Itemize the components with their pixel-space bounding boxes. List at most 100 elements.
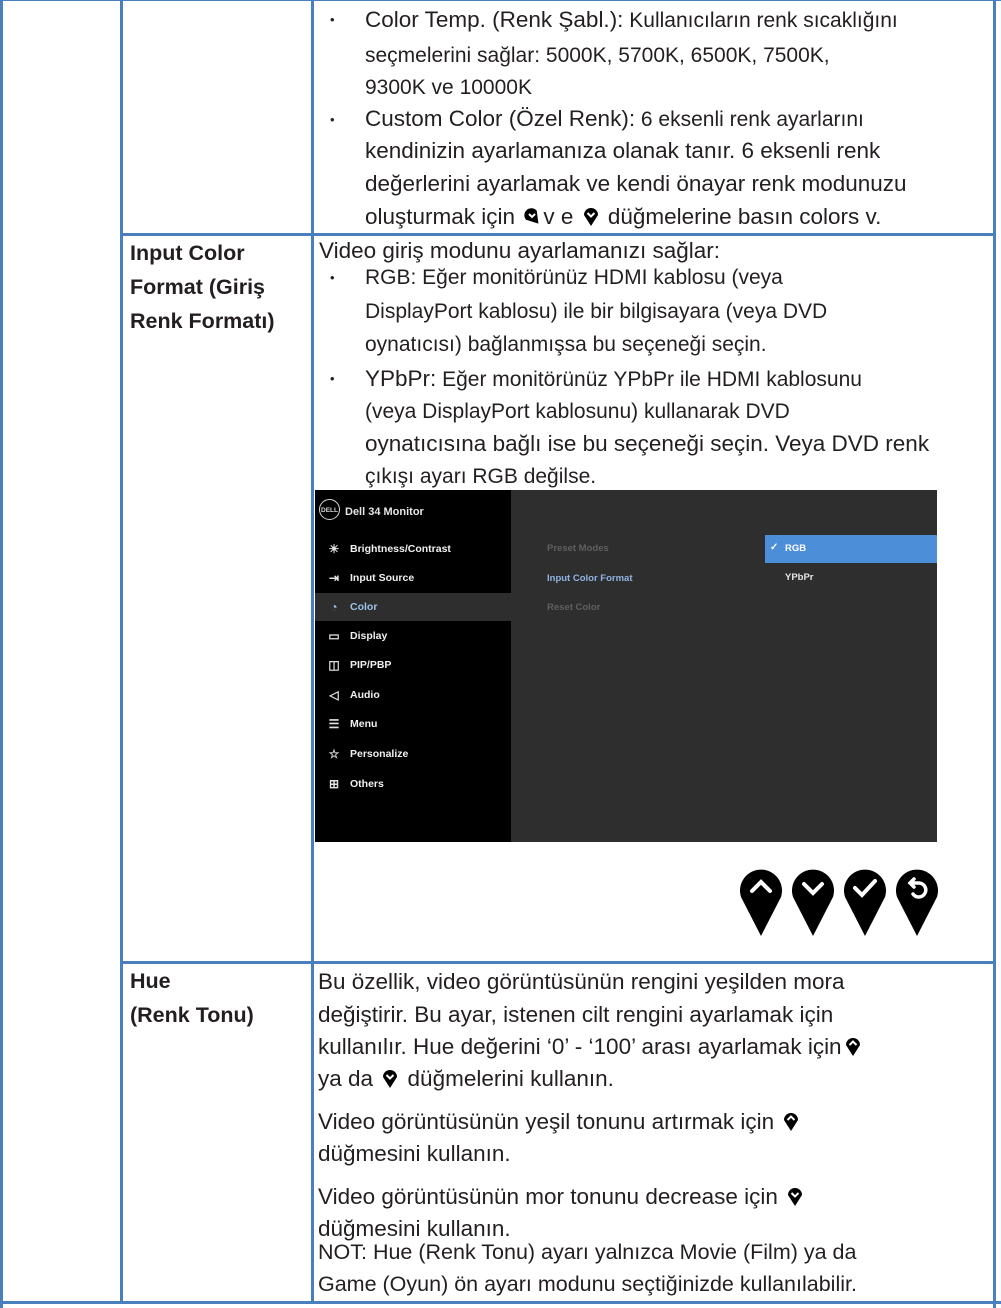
text-line: Color Temp. (Renk Şabl.): Kullanıcıların… [365, 4, 898, 36]
osd-menu-item-color[interactable]: ◔ Color [315, 593, 511, 621]
input-source-icon: ⇥ [328, 571, 340, 585]
rgb-term: RGB: [365, 266, 417, 289]
text-line: oluşturmak için v e düğmelerine basın co… [365, 201, 881, 232]
text-span: ya da [318, 1066, 380, 1091]
display-icon: ▭ [328, 629, 340, 643]
text-span: 6 eksenli renk ayarlarını [635, 108, 864, 131]
column-divider-2 [311, 0, 314, 1302]
table-left-border [0, 0, 3, 1308]
menu-icon: ☰ [328, 717, 340, 731]
up-button-icon[interactable] [740, 869, 782, 936]
osd-menu-item-display[interactable]: ▭ Display [315, 622, 511, 650]
down-button-pin-icon [788, 1188, 803, 1206]
osd-menu-item-label: Brightness/Contrast [350, 543, 451, 555]
text-line: çıkışı ayarı RGB değilse. [365, 465, 597, 488]
osd-menu-item-label: Audio [350, 689, 380, 701]
pip-pbp-icon: ◫ [328, 658, 340, 672]
osd-submenu-reset-color[interactable]: Reset Color [547, 602, 600, 613]
ypbpr-term: YPbPr: [365, 366, 437, 391]
text-line: RGB: Eğer monitörünüz HDMI kablosu (veya [365, 262, 783, 293]
bullet-dot: • [330, 371, 335, 386]
dell-logo: DELL [319, 499, 340, 520]
text-line: 9300K ve 10000K [365, 76, 532, 99]
osd-option-label: YPbPr [785, 572, 814, 583]
osd-menu-item-label: Input Source [350, 572, 415, 584]
down-button-pin-icon [383, 1070, 398, 1088]
osd-submenu-preset-modes[interactable]: Preset Modes [547, 543, 609, 554]
check-icon: ✓ [770, 542, 779, 553]
personalize-star-icon: ☆ [328, 747, 340, 761]
row-label-line: Format (Giriş [130, 275, 265, 299]
row-label-line: (Renk Tonu) [130, 1003, 254, 1027]
text-line: düğmesini kullanın. [318, 1141, 511, 1166]
osd-navigation-buttons [740, 869, 938, 936]
bullet-dot: • [330, 112, 335, 127]
osd-option-rgb[interactable]: ✓ RGB [765, 535, 937, 563]
brightness-icon: ☀ [328, 542, 340, 556]
text-span: Video görüntüsünün yeşil tonunu artırmak… [318, 1109, 781, 1134]
up-button-pin-icon [784, 1113, 799, 1131]
color-palette-icon: ◔ [330, 600, 338, 614]
text-line: değerlerini ayarlamak ve kendi önayar re… [365, 171, 907, 196]
osd-menu-item-input-source[interactable]: ⇥ Input Source [315, 564, 511, 592]
text-span: Eğer monitörünüz YPbPr ile HDMI kablosun… [436, 368, 862, 391]
osd-menu-item-personalize[interactable]: ☆ Personalize [315, 740, 511, 768]
text-line: Bu özellik, video görüntüsünün rengini y… [318, 969, 845, 994]
bullet-dot: • [330, 12, 335, 27]
text-line: (veya DisplayPort kablosunu) kullanarak … [365, 400, 790, 423]
row-label-line: Hue [130, 969, 171, 993]
row-label-line: Renk Formatı) [130, 309, 275, 333]
text-line: kendinizin ayarlamanıza olanak tanır. 6 … [365, 138, 881, 163]
left-button-pin-icon [524, 208, 539, 224]
bullet-dot: • [330, 270, 335, 285]
text-span: Eğer monitörünüz HDMI kablosu (veya [416, 266, 783, 289]
text-line: değiştirir. Bu ayar, istenen cilt rengin… [318, 1002, 834, 1027]
osd-menu-item-pip-pbp[interactable]: ◫ PIP/PBP [315, 651, 511, 679]
osd-option-label: RGB [785, 543, 807, 554]
osd-menu-item-label: Menu [350, 718, 378, 730]
color-temp-term: Color Temp. (Renk Şabl.): [365, 7, 624, 32]
others-icon: ⊞ [328, 777, 340, 791]
osd-menu-item-label: Personalize [350, 748, 409, 760]
osd-menu-screenshot: DELL Dell 34 Monitor ☀ Brightness/Contras… [315, 490, 937, 842]
text-span: Video görüntüsünün mor tonunu decrease i… [318, 1184, 785, 1209]
text-line: Custom Color (Özel Renk): 6 eksenli renk… [365, 103, 864, 135]
row-label-line: Input Color [130, 241, 245, 265]
back-button-icon[interactable] [896, 869, 938, 936]
text-line: Video görüntüsünün yeşil tonunu artırmak… [318, 1106, 802, 1137]
osd-menu-item-others[interactable]: ⊞ Others [315, 770, 511, 798]
osd-menu-item-label: PIP/PBP [350, 659, 392, 671]
column-divider-1 [120, 0, 123, 1302]
text-line: seçmelerini sağlar: 5000K, 5700K, 6500K,… [365, 44, 830, 67]
osd-menu-item-menu[interactable]: ☰ Menu [315, 710, 511, 738]
text-span: v e [543, 204, 580, 229]
text-span: Kullanıcıların renk sıcaklığını [623, 9, 898, 32]
osd-menu-item-label: Display [350, 630, 388, 642]
down-button-pin-icon [583, 208, 598, 226]
text-line: oynatıcısına bağlı ise bu seçeneği seçin… [365, 431, 930, 456]
text-span: düğmelerini kullanın. [401, 1066, 614, 1091]
note-line: NOT: Hue (Renk Tonu) ayarı yalnızca Movi… [318, 1240, 857, 1264]
down-button-icon[interactable] [792, 869, 834, 936]
text-span: oluşturmak için [365, 204, 522, 229]
text-line: Video görüntüsünün mor tonunu decrease i… [318, 1181, 806, 1212]
row-divider-2 [120, 961, 996, 964]
osd-menu-item-label: Color [350, 601, 378, 613]
table-right-border [993, 0, 996, 1308]
text-line: kullanılır. Hue değerini ‘0’ - ‘100’ ara… [318, 1031, 864, 1062]
text-line: oynatıcısı) bağlanmışsa bu seçeneği seçi… [365, 333, 767, 356]
osd-menu-item-brightness-contrast[interactable]: ☀ Brightness/Contrast [315, 535, 511, 563]
confirm-check-button-icon[interactable] [844, 869, 886, 936]
table-top-border [0, 0, 1001, 1]
text-line: YPbPr: Eğer monitörünüz YPbPr ile HDMI k… [365, 363, 862, 395]
osd-option-ypbpr[interactable]: YPbPr [765, 564, 937, 592]
text-span: kullanılır. Hue değerini ‘0’ - ‘100’ ara… [318, 1034, 842, 1059]
osd-menu-item-audio[interactable]: ◁ Audio [315, 681, 511, 709]
text-line: DisplayPort kablosu) ile bir bilgisayara… [365, 300, 828, 323]
note-line: Game (Oyun) ön ayarı modunu seçtiğinizde… [318, 1272, 857, 1296]
text-span: düğmelerine basın colors v. [601, 204, 882, 229]
osd-submenu-input-color-format[interactable]: Input Color Format [547, 573, 633, 584]
osd-title: Dell 34 Monitor [345, 506, 424, 518]
audio-icon: ◁ [329, 688, 339, 702]
table-bottom-border [0, 1301, 1001, 1304]
